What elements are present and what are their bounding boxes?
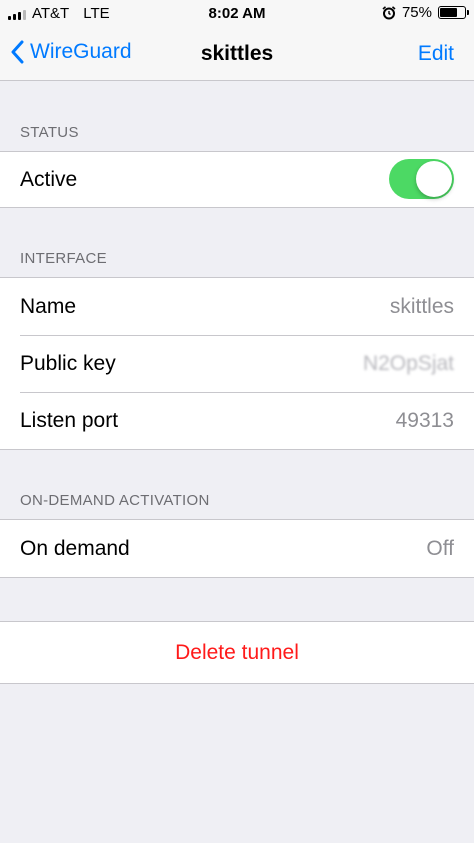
on-demand-group: On demand Off [0, 519, 474, 578]
toggle-knob [416, 161, 452, 197]
name-value: skittles [389, 295, 454, 318]
listen-port-value: 49313 [395, 409, 454, 432]
alarm-clock-icon [382, 5, 396, 19]
status-group: Active [0, 151, 474, 208]
public-key-label: Public key [20, 352, 116, 375]
public-key-value: N2OpSjat [362, 352, 454, 375]
status-bar: AT&T LTE 8:02 AM 75% [0, 0, 474, 28]
active-label: Active [20, 168, 78, 191]
listen-port-row: Listen port 49313 [0, 392, 474, 449]
status-section-header: STATUS [20, 124, 79, 141]
interface-group: Name skittles Public key N2OpSjat Listen… [0, 277, 474, 450]
name-row: Name skittles [0, 278, 474, 335]
navigation-bar: WireGuard skittles Edit [0, 28, 474, 81]
active-row: Active [0, 152, 474, 207]
on-demand-value: Off [426, 537, 454, 560]
delete-group: Delete tunnel [0, 621, 474, 684]
listen-port-label: Listen port [20, 409, 119, 432]
on-demand-section-header: ON-DEMAND ACTIVATION [20, 492, 210, 509]
on-demand-row[interactable]: On demand Off [0, 520, 474, 577]
battery-icon [438, 6, 469, 19]
on-demand-label: On demand [20, 537, 130, 560]
active-toggle[interactable] [389, 159, 454, 199]
delete-tunnel-button[interactable]: Delete tunnel [0, 622, 474, 683]
name-label: Name [20, 295, 77, 318]
interface-section-header: INTERFACE [20, 250, 107, 267]
delete-tunnel-label: Delete tunnel [175, 641, 299, 664]
page-title: skittles [200, 42, 274, 65]
public-key-row: Public key N2OpSjat [0, 335, 474, 392]
battery-percent: 75% [401, 4, 432, 21]
edit-button[interactable]: Edit [418, 42, 454, 66]
status-bar-right: 75% [382, 4, 469, 21]
